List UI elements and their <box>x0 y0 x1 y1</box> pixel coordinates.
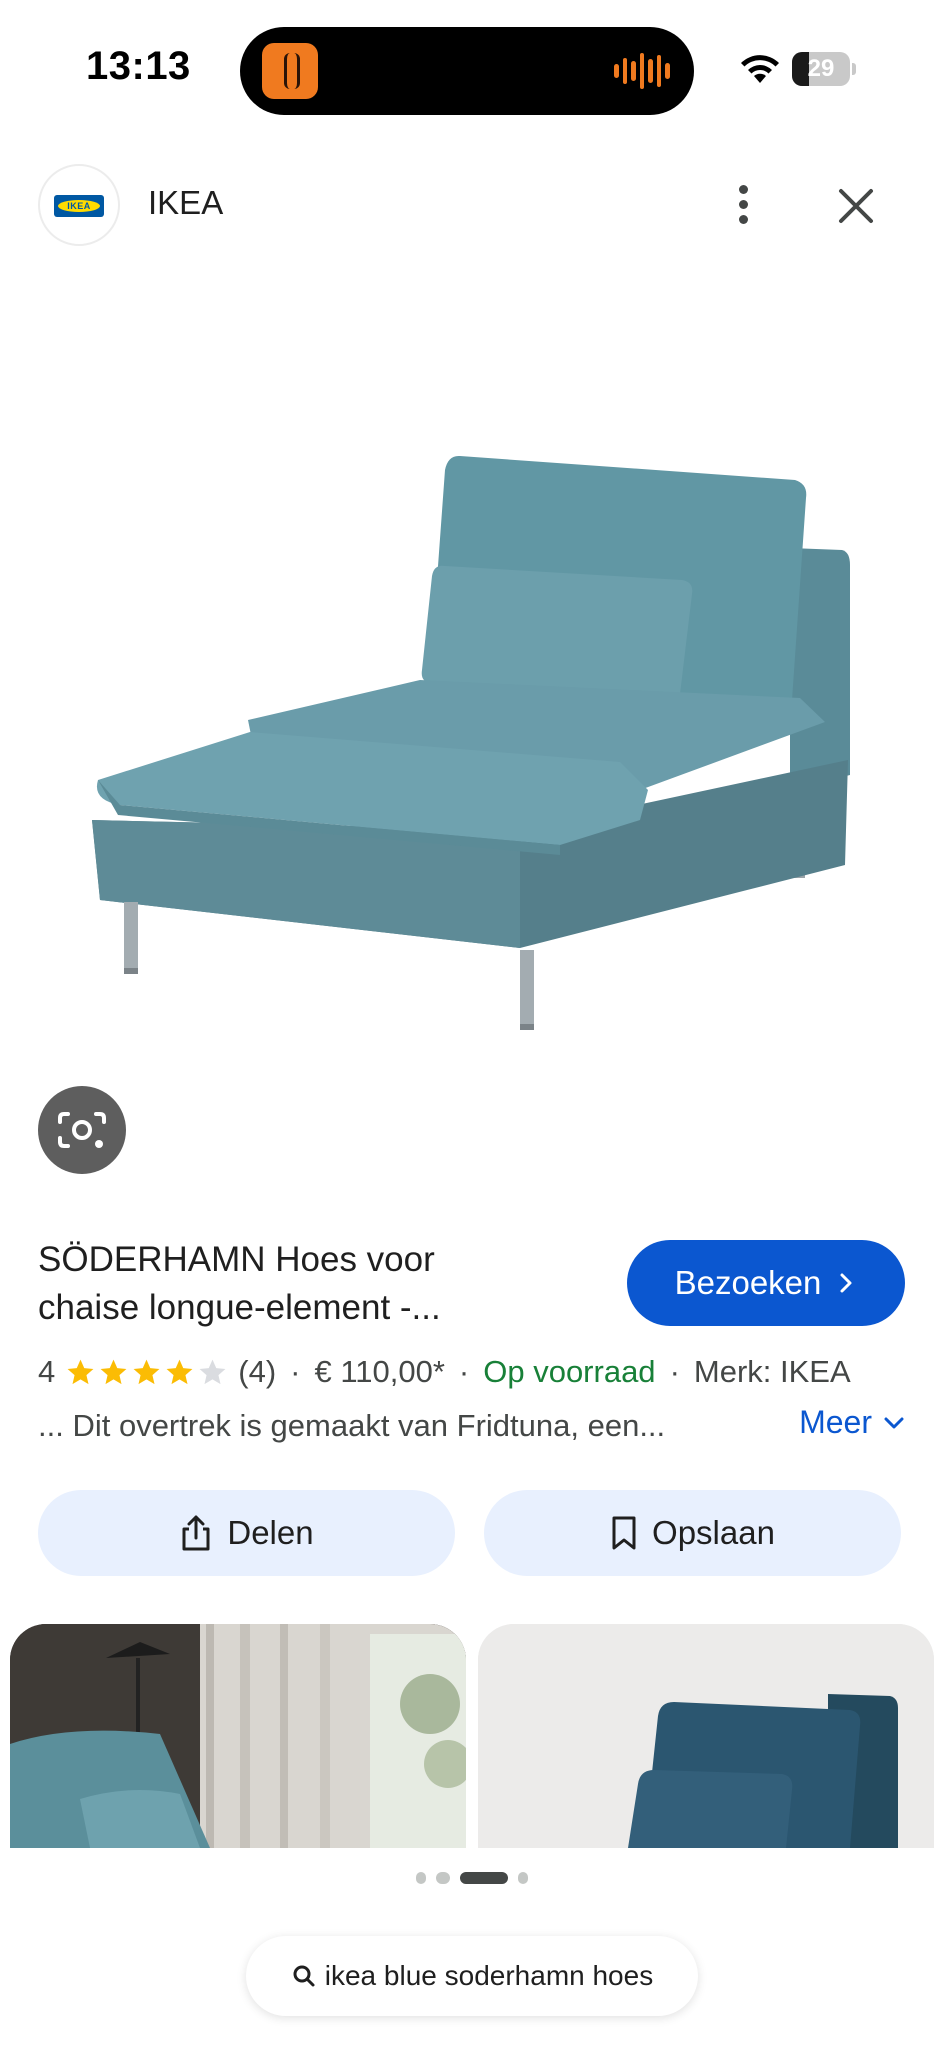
separator: · <box>669 1354 680 1389</box>
related-images <box>0 1624 944 1848</box>
share-icon <box>182 1515 210 1551</box>
visit-button[interactable]: Bezoeken <box>627 1240 905 1326</box>
lens-icon <box>58 1112 106 1148</box>
wifi-icon <box>741 55 779 83</box>
related-image-card[interactable] <box>478 1624 934 1848</box>
rating-value: 4 <box>38 1354 56 1389</box>
product-meta: 4 (4) · € 110,00* · Op voorraad · Merk: … <box>38 1349 851 1395</box>
ikea-logo-icon: IKEA <box>54 195 104 217</box>
pager-dot[interactable] <box>518 1872 528 1884</box>
dynamic-island[interactable] <box>240 27 694 115</box>
price: € 110,00* <box>314 1354 445 1389</box>
separator: · <box>290 1354 301 1389</box>
product-image[interactable] <box>0 262 944 1212</box>
save-button[interactable]: Opslaan <box>484 1490 901 1576</box>
dark-sofa-image <box>478 1624 934 1848</box>
living-room-image <box>10 1624 466 1848</box>
status-bar: 13:13 29 <box>0 0 944 140</box>
site-logo[interactable]: IKEA <box>38 164 120 246</box>
product-description: ... Dit overtrek is gemaakt van Fridtuna… <box>38 1408 666 1443</box>
product-title[interactable]: SÖDERHAMN Hoes voor chaise longue-elemen… <box>38 1236 598 1332</box>
result-header: IKEA IKEA <box>0 160 944 250</box>
stock-status: Op voorraad <box>483 1354 656 1389</box>
star-filled-icon <box>133 1359 160 1384</box>
more-options-icon[interactable] <box>720 182 766 228</box>
carousel-pager <box>0 1866 944 1890</box>
related-image-card[interactable] <box>10 1624 466 1848</box>
site-name[interactable]: IKEA <box>148 184 223 222</box>
battery-percentage: 29 <box>807 55 835 82</box>
brand: Merk: IKEA <box>693 1354 851 1389</box>
battery-icon: 29 <box>792 52 856 86</box>
separator: · <box>458 1354 470 1389</box>
search-query-pill[interactable]: ikea blue soderhamn hoes <box>246 1936 698 2016</box>
more-button[interactable]: Meer <box>799 1404 906 1441</box>
audio-app-icon <box>262 43 318 99</box>
search-icon <box>293 1965 315 1987</box>
visit-button-label: Bezoeken <box>674 1264 822 1301</box>
description-row: ... Dit overtrek is gemaakt van Fridtuna… <box>38 1404 906 1450</box>
more-button-label: Meer <box>799 1404 872 1440</box>
chevron-right-icon <box>840 1273 852 1293</box>
star-empty-icon <box>199 1359 226 1384</box>
pager-dot-active[interactable] <box>460 1872 508 1884</box>
pager-dot[interactable] <box>416 1872 426 1884</box>
rating-count: (4) <box>238 1354 277 1389</box>
star-filled-icon <box>166 1359 193 1384</box>
bookmark-icon <box>612 1516 636 1550</box>
status-time: 13:13 <box>86 44 191 88</box>
share-label: Delen <box>227 1514 314 1551</box>
rating-stars <box>65 1357 228 1388</box>
star-filled-icon <box>67 1359 94 1384</box>
pager-dot[interactable] <box>436 1872 450 1884</box>
save-label: Opslaan <box>652 1514 775 1551</box>
audio-waveform-icon <box>614 51 671 91</box>
star-filled-icon <box>100 1359 127 1384</box>
share-button[interactable]: Delen <box>38 1490 455 1576</box>
chaise-longue-image <box>92 455 850 1030</box>
lens-search-button[interactable] <box>38 1086 126 1174</box>
search-query: ikea blue soderhamn hoes <box>324 1960 654 1991</box>
close-icon[interactable] <box>828 178 884 234</box>
chevron-down-icon <box>884 1417 904 1428</box>
